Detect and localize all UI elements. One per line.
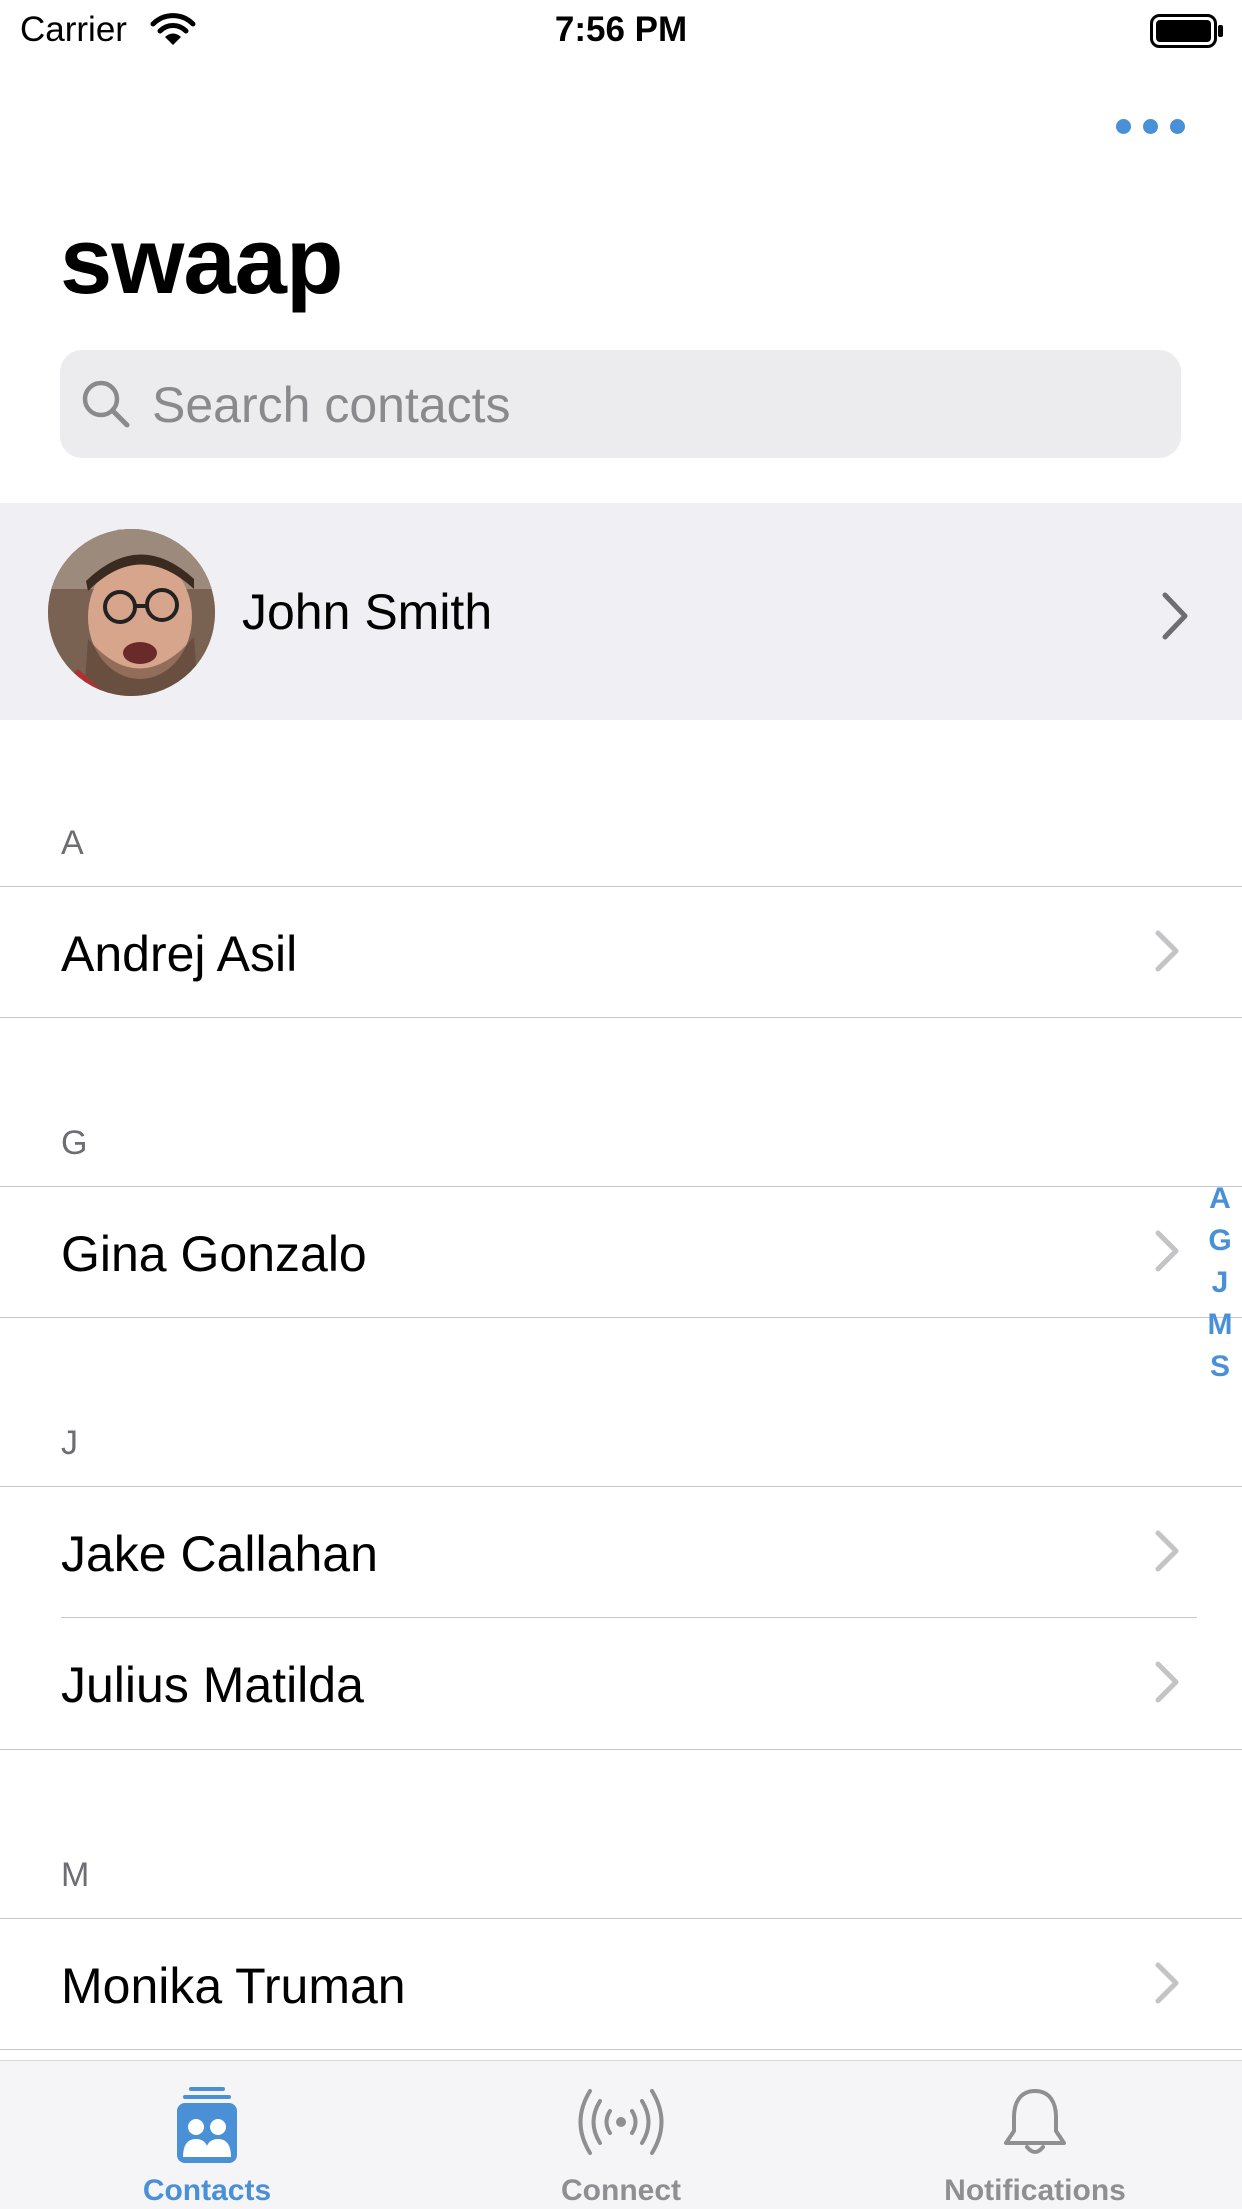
more-options-button[interactable] [1110,108,1190,144]
chevron-right-icon [1154,1229,1180,1278]
chevron-right-icon [1154,929,1180,978]
contact-row[interactable]: Jake Callahan [0,1487,1242,1617]
ellipsis-icon-dot [1142,118,1158,134]
index-letter-m[interactable]: M [1208,1304,1233,1346]
contact-name: Julius Matilda [61,1657,364,1713]
clock: 7:56 PM [554,10,688,49]
section-index[interactable]: A G J M S [1204,1178,1236,1388]
my-profile-row[interactable]: John Smith [0,503,1242,720]
tab-contacts[interactable]: Contacts [0,2061,414,2209]
tab-notifications[interactable]: Notifications [828,2061,1242,2209]
tab-label: Notifications [944,2174,1126,2207]
section-header-g: G [61,1124,88,1162]
page-title: swaap [60,208,343,313]
index-letter-g[interactable]: G [1208,1220,1231,1262]
index-letter-a[interactable]: A [1209,1178,1231,1220]
divider [0,1017,1242,1018]
search-bar[interactable] [60,350,1181,460]
divider [0,2049,1242,2050]
broadcast-icon [574,2087,668,2162]
contact-name: Monika Truman [61,1958,406,2014]
bell-icon [1002,2087,1068,2164]
contact-row[interactable]: Andrej Asil [0,887,1242,1017]
ellipsis-icon-dot [1115,118,1131,134]
tab-connect[interactable]: Connect [414,2061,828,2209]
section-header-a: A [61,824,84,862]
battery-icon [1150,14,1224,53]
chevron-right-icon [1160,591,1190,646]
contact-name: Andrej Asil [61,926,298,982]
index-letter-s[interactable]: S [1210,1346,1230,1388]
search-input[interactable] [150,350,1154,460]
contact-row[interactable]: Julius Matilda [0,1618,1242,1748]
profile-name: John Smith [242,584,493,640]
contacts-icon [177,2087,237,2170]
contact-row[interactable]: Monika Truman [0,1919,1242,2049]
tab-label: Contacts [142,2174,272,2207]
search-icon [80,378,134,437]
avatar [48,529,215,696]
divider [0,1749,1242,1750]
status-bar: Carrier 7:56 PM [0,0,1242,62]
chevron-right-icon [1154,1961,1180,2010]
ellipsis-icon-dot [1169,118,1185,134]
contact-row[interactable]: Gina Gonzalo [0,1187,1242,1317]
index-letter-j[interactable]: J [1212,1262,1229,1304]
tab-label: Connect [561,2174,681,2207]
chevron-right-icon [1154,1660,1180,1709]
tab-bar: Contacts Connect Notifications [0,2060,1242,2209]
section-header-m: M [61,1856,90,1894]
contact-name: Jake Callahan [61,1526,378,1582]
divider [0,1317,1242,1318]
section-header-j: J [61,1424,78,1462]
chevron-right-icon [1154,1529,1180,1578]
contact-name: Gina Gonzalo [61,1226,367,1282]
